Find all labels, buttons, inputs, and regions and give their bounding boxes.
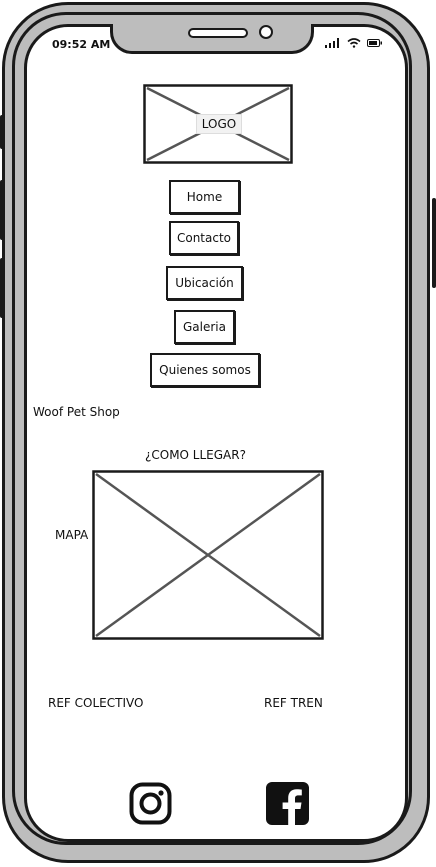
instagram-icon[interactable]: [129, 782, 172, 825]
ref-colectivo: REF COLECTIVO: [48, 696, 144, 710]
facebook-icon[interactable]: [266, 782, 309, 825]
nav-ubicacion-button[interactable]: Ubicación: [166, 266, 243, 300]
ref-tren: REF TREN: [264, 696, 323, 710]
nav-galeria-button[interactable]: Galeria: [174, 310, 235, 344]
speaker: [188, 28, 248, 38]
side-button-power: [432, 198, 436, 288]
front-camera: [259, 25, 273, 39]
nav-quienes-somos-button[interactable]: Quienes somos: [150, 353, 260, 387]
map-placeholder[interactable]: [92, 470, 324, 640]
logo-label: LOGO: [196, 114, 242, 134]
battery-icon: [367, 39, 382, 47]
shop-name: Woof Pet Shop: [33, 405, 120, 419]
side-button-volume-up: [0, 180, 4, 240]
status-time: 09:52 AM: [52, 38, 111, 51]
status-icons: [325, 38, 383, 48]
map-label: MAPA: [55, 528, 89, 542]
side-button-volume-down: [0, 258, 4, 318]
wifi-icon: [347, 38, 361, 48]
side-button-mute: [0, 115, 4, 149]
nav-home-button[interactable]: Home: [169, 180, 240, 214]
nav-contacto-button[interactable]: Contacto: [169, 221, 239, 255]
section-title: ¿COMO LLEGAR?: [145, 448, 246, 462]
signal-icon: [325, 38, 339, 48]
